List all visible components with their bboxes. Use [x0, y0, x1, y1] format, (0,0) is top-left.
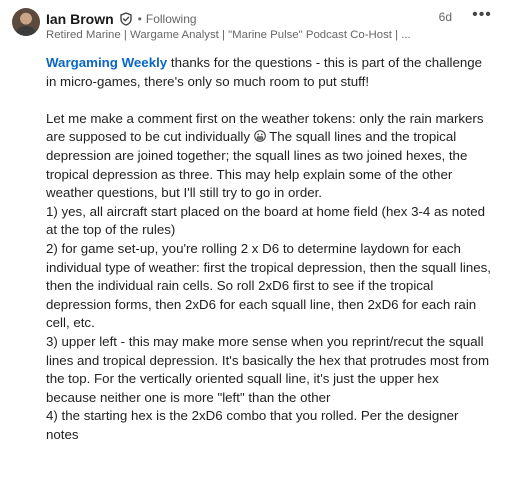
- comment-paragraph-intro: Wargaming Weekly thanks for the question…: [46, 54, 492, 91]
- author-headline: Retired Marine | Wargame Analyst | "Mari…: [46, 29, 411, 41]
- follow-status: Following: [145, 11, 197, 26]
- comment-body: Wargaming Weekly thanks for the question…: [46, 54, 492, 444]
- verified-badge-icon: [119, 11, 133, 26]
- comment-timestamp: 6d: [438, 10, 452, 24]
- answer-4: 4) the starting hex is the 2xD6 combo th…: [46, 408, 459, 442]
- answer-1: 1) yes, all aircraft start placed on the…: [46, 203, 486, 238]
- author-avatar[interactable]: [12, 8, 40, 36]
- author-name-row: Ian Brown • Following: [46, 10, 494, 27]
- comment-header: Ian Brown • Following Retired Marine | W…: [46, 7, 494, 42]
- mention-link[interactable]: Wargaming Weekly: [46, 55, 167, 70]
- answer-2: 2) for game set-up, you're rolling 2 x D…: [46, 240, 491, 331]
- grimacing-face-icon: [253, 129, 266, 143]
- comment-paragraph-weather: Let me make a comment first on the weath…: [46, 110, 492, 203]
- author-name[interactable]: Ian Brown: [46, 11, 114, 27]
- answer-3: 3) upper left - this may make more sense…: [46, 333, 490, 405]
- separator-dot: •: [137, 11, 142, 26]
- more-options-icon[interactable]: •••: [472, 7, 492, 23]
